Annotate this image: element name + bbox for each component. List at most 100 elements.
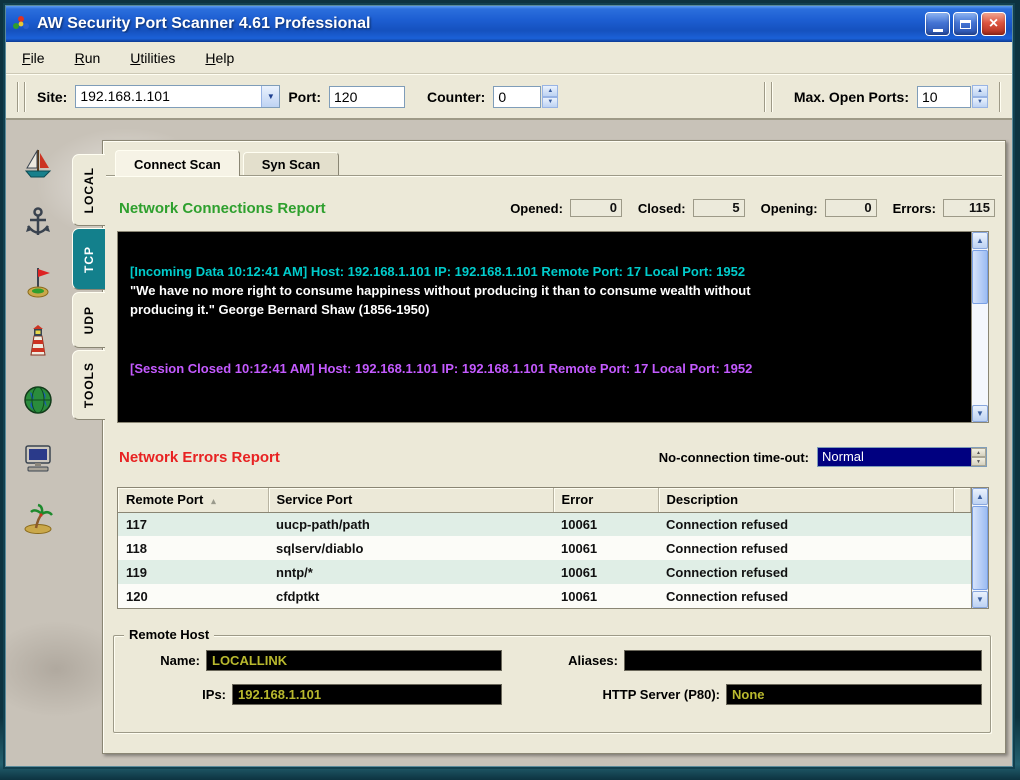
table-row[interactable]: 119 nntp/* 10061 Connection refused bbox=[118, 560, 971, 584]
column-service-port[interactable]: Service Port bbox=[268, 488, 554, 513]
tab-tcp[interactable]: TCP bbox=[72, 228, 105, 290]
dropdown-arrow-icon[interactable]: ▼ bbox=[261, 86, 280, 107]
maximize-button[interactable] bbox=[953, 12, 978, 36]
site-label: Site: bbox=[37, 88, 68, 105]
scan-tabstrip: Connect Scan Syn Scan bbox=[115, 146, 342, 176]
tcp-panel: Connect Scan Syn Scan Network Connection… bbox=[102, 140, 1006, 754]
table-row[interactable]: 117 uucp-path/path 10061 Connection refu… bbox=[118, 512, 971, 536]
scroll-up-icon[interactable]: ▲ bbox=[972, 488, 988, 505]
scroll-up-icon[interactable]: ▲ bbox=[972, 232, 988, 249]
connections-log[interactable]: [Incoming Data 10:12:41 AM] Host: 192.16… bbox=[117, 231, 989, 423]
toolbar-separator bbox=[770, 81, 773, 112]
log-line-message: "We have no more right to consume happin… bbox=[130, 283, 751, 317]
scrollbar-track[interactable] bbox=[972, 249, 988, 405]
tab-divider bbox=[106, 175, 1002, 177]
cell-service-port: sqlserv/diablo bbox=[268, 536, 553, 560]
timeout-select[interactable]: Normal ▲ ▼ bbox=[817, 447, 987, 467]
close-icon: × bbox=[988, 15, 999, 32]
cell-remote-port: 117 bbox=[118, 512, 268, 536]
column-remote-port[interactable]: Remote Port ▴ bbox=[118, 488, 269, 513]
counter-spinner: ▲ ▼ bbox=[542, 85, 559, 108]
opened-value: 0 bbox=[569, 199, 622, 217]
table-row[interactable]: 118 sqlserv/diablo 10061 Connection refu… bbox=[118, 536, 971, 560]
window-title: AW Security Port Scanner 4.61 Profession… bbox=[37, 15, 371, 32]
cell-remote-port: 118 bbox=[118, 536, 268, 560]
lighthouse-icon bbox=[19, 323, 57, 359]
errors-label: Errors: bbox=[892, 200, 936, 216]
minimize-icon bbox=[932, 29, 943, 32]
anchor-icon bbox=[19, 205, 57, 241]
spin-up-icon[interactable]: ▲ bbox=[971, 448, 986, 457]
computer-icon bbox=[19, 441, 57, 477]
spin-down-icon[interactable]: ▼ bbox=[972, 96, 988, 108]
closed-value: 5 bbox=[692, 199, 745, 217]
menu-run[interactable]: Run bbox=[75, 50, 101, 66]
tab-connect-scan[interactable]: Connect Scan bbox=[115, 150, 240, 176]
column-error[interactable]: Error bbox=[553, 488, 659, 513]
menu-help[interactable]: Help bbox=[205, 50, 234, 66]
errors-table: Remote Port ▴ Service Port Error Descript… bbox=[117, 487, 989, 609]
spin-up-icon[interactable]: ▲ bbox=[542, 85, 559, 97]
menu-utilities[interactable]: Utilities bbox=[130, 50, 175, 66]
ips-field: 192.168.1.101 bbox=[232, 684, 502, 705]
max-open-ports-input[interactable] bbox=[917, 85, 971, 108]
remote-host-legend: Remote Host bbox=[124, 627, 215, 642]
cell-remote-port: 120 bbox=[118, 584, 268, 608]
column-description[interactable]: Description bbox=[658, 488, 954, 513]
errors-value: 115 bbox=[943, 199, 995, 217]
scrollbar-thumb[interactable] bbox=[972, 250, 988, 304]
toolbar-separator bbox=[763, 81, 766, 112]
app-window: AW Security Port Scanner 4.61 Profession… bbox=[6, 6, 1012, 766]
closed-label: Closed: bbox=[637, 200, 686, 216]
tab-syn-scan[interactable]: Syn Scan bbox=[242, 152, 340, 175]
console-scrollbar[interactable]: ▲ ▼ bbox=[971, 232, 988, 422]
globe-icon bbox=[19, 382, 57, 418]
spin-down-icon[interactable]: ▼ bbox=[971, 457, 986, 466]
toolbar-handle bbox=[24, 81, 26, 112]
cell-error: 10061 bbox=[553, 512, 658, 536]
cell-description: Connection refused bbox=[658, 512, 954, 536]
scrollbar-thumb[interactable] bbox=[972, 506, 988, 590]
maximize-icon bbox=[960, 19, 971, 29]
counter-input[interactable] bbox=[493, 85, 542, 108]
title-bar: AW Security Port Scanner 4.61 Profession… bbox=[6, 6, 1012, 42]
client-area: LOCAL TCP UDP TOOLS Connect Scan Syn Sca… bbox=[6, 120, 1012, 766]
app-icon bbox=[12, 15, 30, 33]
tab-tools[interactable]: TOOLS bbox=[72, 350, 105, 420]
timeout-selected-value: Normal bbox=[818, 448, 971, 466]
sailboat-icon bbox=[19, 146, 57, 182]
spin-down-icon[interactable]: ▼ bbox=[542, 96, 559, 108]
scrollbar-track[interactable] bbox=[972, 505, 988, 591]
scroll-down-icon[interactable]: ▼ bbox=[972, 591, 988, 608]
site-combobox[interactable]: 192.168.1.101 ▼ bbox=[75, 85, 281, 108]
cell-error: 10061 bbox=[553, 560, 658, 584]
log-line-closed: [Session Closed 10:12:41 AM] Host: 192.1… bbox=[130, 361, 753, 376]
table-scrollbar[interactable]: ▲ ▼ bbox=[971, 488, 988, 608]
cell-description: Connection refused bbox=[658, 584, 954, 608]
menu-bar: File Run Utilities Help bbox=[6, 42, 1012, 74]
buoy-icon bbox=[19, 264, 57, 300]
minimize-button[interactable] bbox=[925, 12, 950, 36]
table-row[interactable]: 120 cfdptkt 10061 Connection refused bbox=[118, 584, 971, 608]
tab-udp[interactable]: UDP bbox=[72, 292, 105, 348]
aliases-field bbox=[624, 650, 982, 671]
scroll-down-icon[interactable]: ▼ bbox=[972, 405, 988, 422]
port-label: Port: bbox=[288, 88, 322, 105]
toolbar-separator bbox=[999, 81, 1001, 112]
name-label: Name: bbox=[160, 653, 200, 668]
max-open-ports-label: Max. Open Ports: bbox=[793, 88, 909, 105]
port-input[interactable] bbox=[329, 85, 406, 108]
log-line-incoming: [Incoming Data 10:12:41 AM] Host: 192.16… bbox=[130, 264, 746, 279]
tab-local[interactable]: LOCAL bbox=[72, 154, 105, 226]
menu-file[interactable]: File bbox=[22, 50, 45, 66]
http-server-field: None bbox=[726, 684, 982, 705]
site-value: 192.168.1.101 bbox=[80, 88, 170, 104]
timeout-label: No-connection time-out: bbox=[658, 449, 809, 465]
remote-host-group: Remote Host Name: LOCALLINK Aliases: IPs… bbox=[113, 627, 991, 733]
cell-description: Connection refused bbox=[658, 536, 954, 560]
close-button[interactable]: × bbox=[981, 12, 1006, 36]
protocol-tabstrip: LOCAL TCP UDP TOOLS bbox=[72, 154, 106, 422]
log-text-area[interactable]: [Incoming Data 10:12:41 AM] Host: 192.16… bbox=[118, 232, 971, 422]
spin-up-icon[interactable]: ▲ bbox=[972, 85, 988, 97]
cell-service-port: nntp/* bbox=[268, 560, 553, 584]
